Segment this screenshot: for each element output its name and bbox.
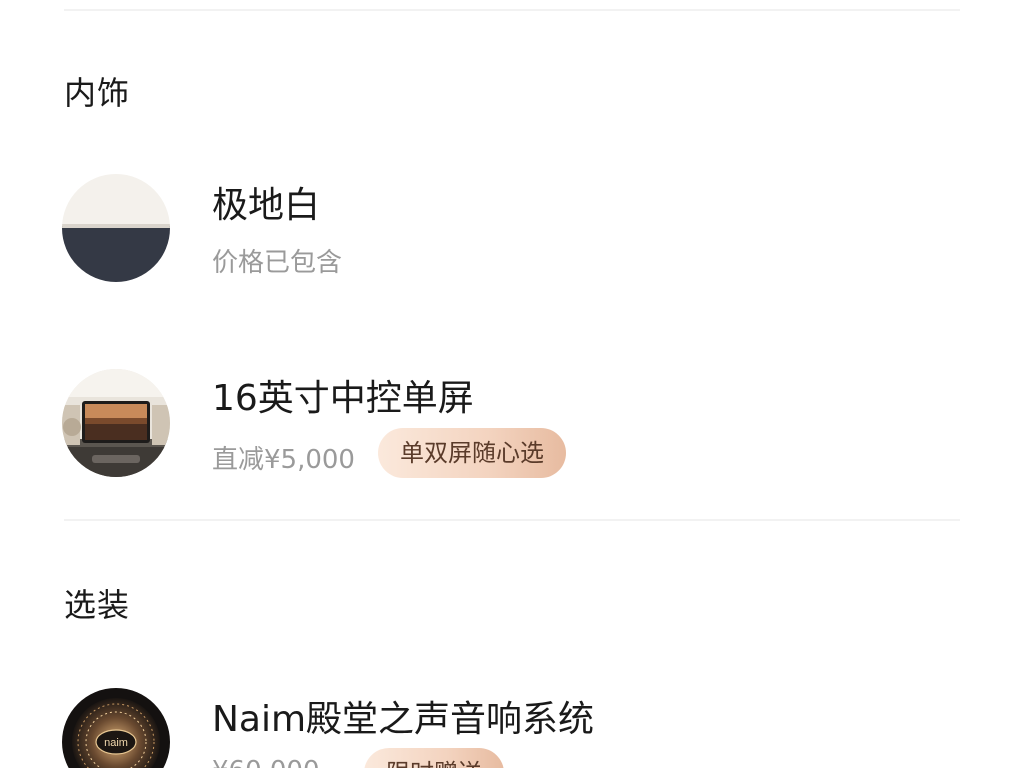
section-title-packages: 选装 — [64, 586, 131, 624]
option-price: ¥60,000 — [212, 756, 320, 768]
section-divider — [64, 519, 960, 521]
top-divider — [64, 9, 960, 11]
naim-logo: naim — [104, 737, 128, 749]
promo-tag: 限时赠送 — [364, 748, 504, 768]
option-name: 极地白 — [212, 185, 321, 226]
interior-color-swatch — [62, 174, 170, 282]
option-price-note: 价格已包含 — [212, 248, 343, 278]
option-name: Naim殿堂之声音响系统 — [212, 699, 595, 740]
promo-tag: 单双屏随心选 — [378, 428, 566, 478]
option-interior-color[interactable]: 极地白 价格已包含 — [62, 174, 962, 284]
option-center-screen[interactable]: 16英寸中控单屏 直减¥5,000 单双屏随心选 — [62, 369, 962, 479]
center-screen-thumbnail — [62, 369, 170, 477]
option-naim-audio[interactable]: naim Naim殿堂之声音响系统 ¥60,000 限时赠送 — [62, 688, 962, 768]
section-title-interior: 内饰 — [64, 74, 131, 112]
naim-speaker-thumbnail: naim — [62, 688, 170, 768]
option-name: 16英寸中控单屏 — [212, 378, 474, 419]
config-page: 内饰 极地白 价格已包含 16英寸中控单屏 直减¥5,000 单双屏随心选 选装… — [0, 0, 1024, 768]
option-discount: 直减¥5,000 — [212, 445, 355, 475]
